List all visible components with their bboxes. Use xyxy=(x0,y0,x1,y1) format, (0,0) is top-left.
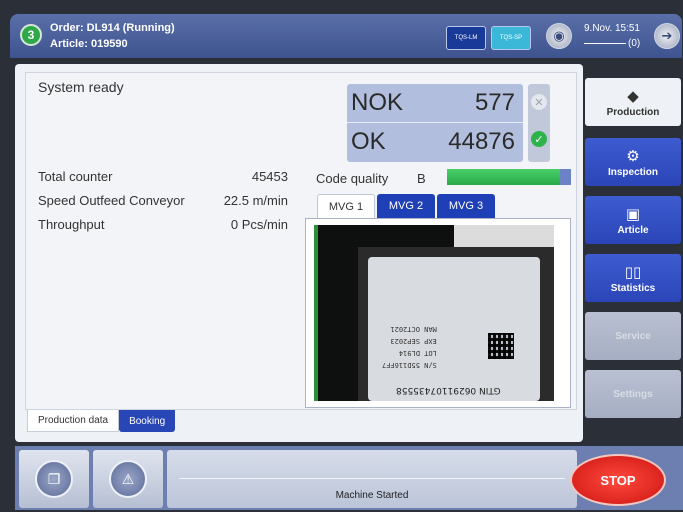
sidebar-item-label: Service xyxy=(615,330,651,342)
nok-row: NOK 577 xyxy=(347,84,523,122)
datamatrix-code xyxy=(488,333,514,359)
camera-image: S/N 55D116FF7 LOT DL914 EXP SEP2023 MAN … xyxy=(314,225,554,401)
status-message: Machine Started xyxy=(335,490,409,501)
tab-mvg-3[interactable]: MVG 3 xyxy=(437,194,495,218)
label-line: MAN OCT2021 xyxy=(390,325,437,333)
camera-view: S/N 55D116FF7 LOT DL914 EXP SEP2023 MAN … xyxy=(305,218,571,408)
stat-label: Speed Outfeed Conveyor xyxy=(38,193,185,208)
label-line: LOT DL914 xyxy=(398,349,437,357)
diamond-icon: ◆ xyxy=(627,87,639,105)
inspection-icon: ⚙ xyxy=(626,147,640,165)
code-quality-fill xyxy=(447,169,560,185)
main-panel: System ready NOK 577 OK 44876 ✕ ✓ Total … xyxy=(15,64,583,442)
warning-icon: ⚠ xyxy=(109,460,147,498)
stat-label: Throughput xyxy=(38,217,105,232)
stat-label: Total counter xyxy=(38,169,113,184)
tqs-sp-button[interactable]: TQS-SP xyxy=(491,26,531,50)
system-status: System ready xyxy=(38,79,124,95)
sidebar-item-inspection[interactable]: ⚙ Inspection xyxy=(585,138,681,186)
close-icon: ✕ xyxy=(531,94,547,110)
bottom-bar: ❐ ⚠ Machine Started STOP xyxy=(15,446,683,510)
ok-value: 44876 xyxy=(448,127,515,155)
help-icon: ◉ xyxy=(553,28,565,43)
order-info: Order: DL914 (Running) xyxy=(50,22,175,34)
sidebar-item-label: Inspection xyxy=(607,166,658,178)
camera-edge xyxy=(314,225,318,401)
help-button[interactable]: ◉ xyxy=(546,23,572,49)
camera-tabs: MVG 1 MVG 2 MVG 3 xyxy=(317,194,495,218)
box-icon: ▣ xyxy=(625,205,641,223)
sidebar-item-label: Statistics xyxy=(610,282,656,294)
tqs-lm-button[interactable]: TQS-LM xyxy=(446,26,486,50)
counter-display: (0) xyxy=(584,38,640,49)
alarm-button[interactable]: ⚠ xyxy=(93,450,163,508)
tab-mvg-1[interactable]: MVG 1 xyxy=(317,194,375,218)
arrow-right-icon: ➔ xyxy=(661,28,673,43)
bar-chart-icon: ▯▯ xyxy=(624,263,642,281)
sidebar-item-statistics[interactable]: ▯▯ Statistics xyxy=(585,254,681,302)
code-quality-grade: B xyxy=(417,171,426,186)
stat-value: 0 Pcs/min xyxy=(230,217,288,232)
sidebar-item-article[interactable]: ▣ Article xyxy=(585,196,681,244)
nok-label: NOK xyxy=(351,89,404,116)
code-quality-label: Code quality xyxy=(316,171,389,186)
label-line: EXP SEP2023 xyxy=(390,337,437,345)
tab-mvg-2[interactable]: MVG 2 xyxy=(377,194,435,218)
sidebar-item-settings: Settings xyxy=(585,370,681,418)
label-line: S/N 55D116FF7 xyxy=(382,361,437,369)
nok-ok-counter: NOK 577 OK 44876 xyxy=(347,84,523,162)
ok-label: OK xyxy=(351,127,386,155)
panel-tabs: Production data Booking xyxy=(27,410,176,432)
check-icon: ✓ xyxy=(531,131,547,147)
tab-production-data[interactable]: Production data xyxy=(27,410,120,432)
status-indicators: ✕ ✓ xyxy=(528,84,550,162)
copy-button[interactable]: ❐ xyxy=(19,450,89,508)
step-indicator: 3 xyxy=(20,24,42,46)
label-gtin: GTIN 06291107435558 xyxy=(396,385,501,395)
stat-value: 45453 xyxy=(251,169,288,184)
nok-value: 577 xyxy=(474,89,515,116)
production-data-panel: System ready NOK 577 OK 44876 ✕ ✓ Total … xyxy=(25,72,577,410)
message-divider xyxy=(179,478,565,479)
copy-icon: ❐ xyxy=(35,460,73,498)
datetime-display: 9.Nov. 15:51 xyxy=(584,23,640,34)
sidebar-item-label: Article xyxy=(617,224,649,236)
sidebar-item-label: Production xyxy=(606,106,660,118)
top-bar: 3 Order: DL914 (Running) Article: 019590… xyxy=(10,14,682,58)
sidebar-item-service: Service xyxy=(585,312,681,360)
menu-button[interactable]: ➔ xyxy=(654,23,680,49)
message-area: Machine Started xyxy=(167,450,577,508)
ok-row: OK 44876 xyxy=(347,122,523,160)
tab-booking[interactable]: Booking xyxy=(119,410,176,432)
sidebar-item-production[interactable]: ◆ Production xyxy=(585,78,681,126)
label-text-block: S/N 55D116FF7 LOT DL914 EXP SEP2023 MAN … xyxy=(382,323,437,371)
product-label: S/N 55D116FF7 LOT DL914 EXP SEP2023 MAN … xyxy=(368,257,540,401)
camera-background xyxy=(454,225,554,247)
stop-button[interactable]: STOP xyxy=(570,454,666,506)
code-quality-bar xyxy=(447,169,571,185)
article-info: Article: 019590 xyxy=(50,38,128,50)
stat-value: 22.5 m/min xyxy=(223,193,288,208)
sidebar-item-label: Settings xyxy=(613,388,653,400)
